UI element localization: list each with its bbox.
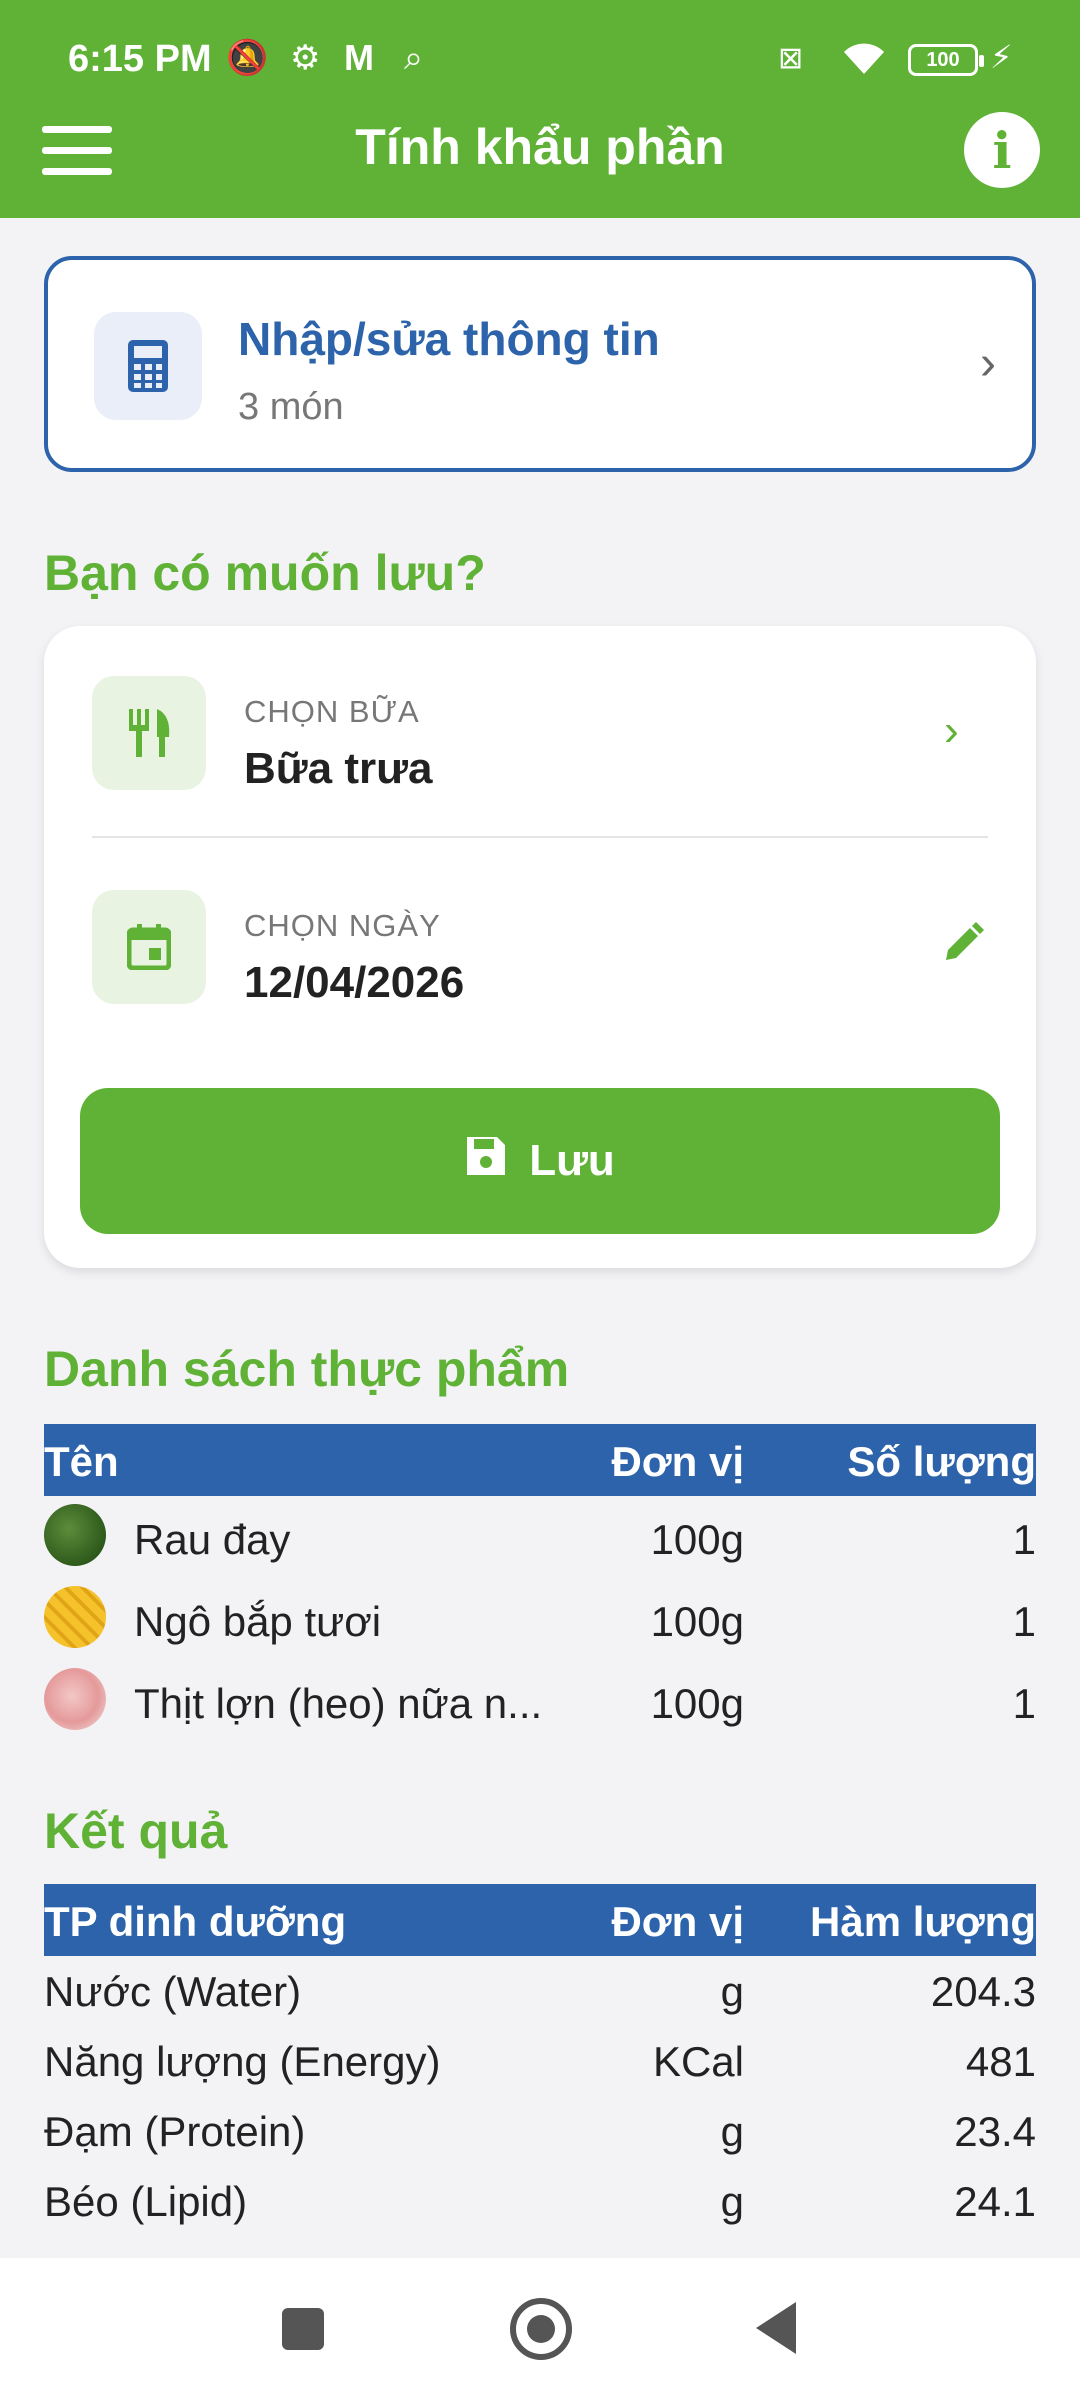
fork-knife-icon (92, 676, 206, 790)
nutrient-amount: 481 (965, 2038, 1036, 2085)
nutrient-unit: KCal (652, 2038, 744, 2085)
wifi-icon (838, 36, 890, 80)
sim-off-icon: ⊠ (778, 41, 804, 75)
nutrient-unit: g (720, 2108, 744, 2155)
meal-value: Bữa trưa (244, 744, 433, 793)
nutrient-unit: g (720, 1968, 744, 2015)
result-row: Năng lượng (Energy) KCal 481 (44, 2028, 1036, 2098)
food-unit: 100g (650, 1598, 744, 1645)
food-unit: 100g (650, 1680, 744, 1727)
col-nutrient: TP dinh dưỡng (44, 1898, 347, 1945)
col-unit: Đơn vị (611, 1438, 744, 1485)
food-table-header: Tên Đơn vị Số lượng (44, 1424, 1036, 1496)
food-row[interactable]: Thịt lợn (heo) nữa n... 100g 1 (44, 1664, 1036, 1746)
nutrient-name: Năng lượng (Energy) (44, 2038, 441, 2085)
result-row: Đạm (Protein) g 23.4 (44, 2098, 1036, 2168)
col-name: Tên (44, 1438, 119, 1485)
info-button[interactable]: i (964, 112, 1040, 188)
edit-pencil-icon[interactable] (942, 922, 984, 975)
food-name: Thịt lợn (heo) nữa n... (134, 1680, 543, 1727)
date-label: CHỌN NGÀY (244, 908, 441, 943)
result-row: Nước (Water) g 204.3 (44, 1958, 1036, 2028)
nutrient-name: Nước (Water) (44, 1968, 302, 2015)
save-section-title: Bạn có muốn lưu? (44, 545, 486, 601)
nutrient-amount: 23.4 (954, 2108, 1036, 2155)
col-qty: Số lượng (847, 1438, 1036, 1485)
meal-picker[interactable]: CHỌN BỮA Bữa trưa › (44, 646, 1036, 796)
food-thumbnail (44, 1586, 106, 1648)
date-picker[interactable]: CHỌN NGÀY 12/04/2026 (44, 860, 1036, 1010)
floppy-disk-icon (465, 1135, 507, 1188)
food-qty: 1 (1012, 1516, 1036, 1563)
battery-icon: 100 (908, 44, 984, 76)
chevron-right-icon: › (980, 337, 996, 390)
result-row: Béo (Lipid) g 24.1 (44, 2168, 1036, 2238)
charging-icon: ⚡ (990, 39, 1013, 75)
food-unit: 100g (650, 1516, 744, 1563)
nutrient-unit: g (720, 2178, 744, 2225)
recents-button[interactable] (282, 2308, 324, 2350)
meal-label: CHỌN BỮA (244, 694, 420, 729)
edit-info-card[interactable]: Nhập/sửa thông tin 3 món › (44, 256, 1036, 472)
home-button[interactable] (510, 2298, 572, 2360)
page-title: Tính khẩu phần (355, 119, 725, 175)
divider (92, 836, 988, 838)
battery-level: 100 (926, 48, 960, 71)
food-thumbnail (44, 1668, 106, 1730)
back-button[interactable] (756, 2302, 796, 2354)
settings-icon: ⚙ (290, 39, 321, 77)
food-list-title: Danh sách thực phẩm (44, 1341, 570, 1397)
food-name: Rau đay (134, 1516, 291, 1563)
status-bar: 6:15 PM 🔕 ⚙ M ⌕ ⊠ 100 ⚡ (0, 0, 1080, 120)
save-button-label: Lưu (529, 1136, 615, 1185)
food-qty: 1 (1012, 1680, 1036, 1727)
nutrient-name: Béo (Lipid) (44, 2178, 248, 2225)
food-name: Ngô bắp tươi (134, 1598, 382, 1645)
save-card: CHỌN BỮA Bữa trưa › CHỌN NGÀY 12/04/2026… (44, 626, 1036, 1268)
system-nav-bar (0, 2258, 1080, 2400)
col-unit: Đơn vị (611, 1898, 744, 1945)
col-amount: Hàm lượng (810, 1898, 1036, 1945)
mute-icon: 🔕 (226, 39, 269, 77)
food-row[interactable]: Rau đay 100g 1 (44, 1500, 1036, 1582)
nutrient-amount: 204.3 (930, 1968, 1036, 2015)
app-header: 6:15 PM 🔕 ⚙ M ⌕ ⊠ 100 ⚡ Tính khẩu phần i (0, 0, 1080, 218)
calendar-icon (92, 890, 206, 1004)
chevron-right-icon: › (944, 706, 959, 755)
food-qty: 1 (1012, 1598, 1036, 1645)
nutrient-amount: 24.1 (954, 2178, 1036, 2225)
date-value: 12/04/2026 (244, 958, 465, 1007)
food-thumbnail (44, 1504, 106, 1566)
results-table-header: TP dinh dưỡng Đơn vị Hàm lượng (44, 1884, 1036, 1956)
nutrient-name: Đạm (Protein) (44, 2108, 306, 2155)
info-icon: i (992, 120, 1012, 180)
search-icon: ⌕ (404, 38, 424, 77)
results-title: Kết quả (44, 1803, 228, 1859)
status-time: 6:15 PM (68, 38, 212, 80)
calculator-icon (94, 312, 202, 420)
save-button[interactable]: Lưu (80, 1088, 1000, 1234)
gmail-icon: M (344, 37, 374, 78)
edit-card-subtitle: 3 món (238, 386, 344, 428)
food-row[interactable]: Ngô bắp tươi 100g 1 (44, 1582, 1036, 1664)
edit-card-title: Nhập/sửa thông tin (238, 313, 660, 365)
